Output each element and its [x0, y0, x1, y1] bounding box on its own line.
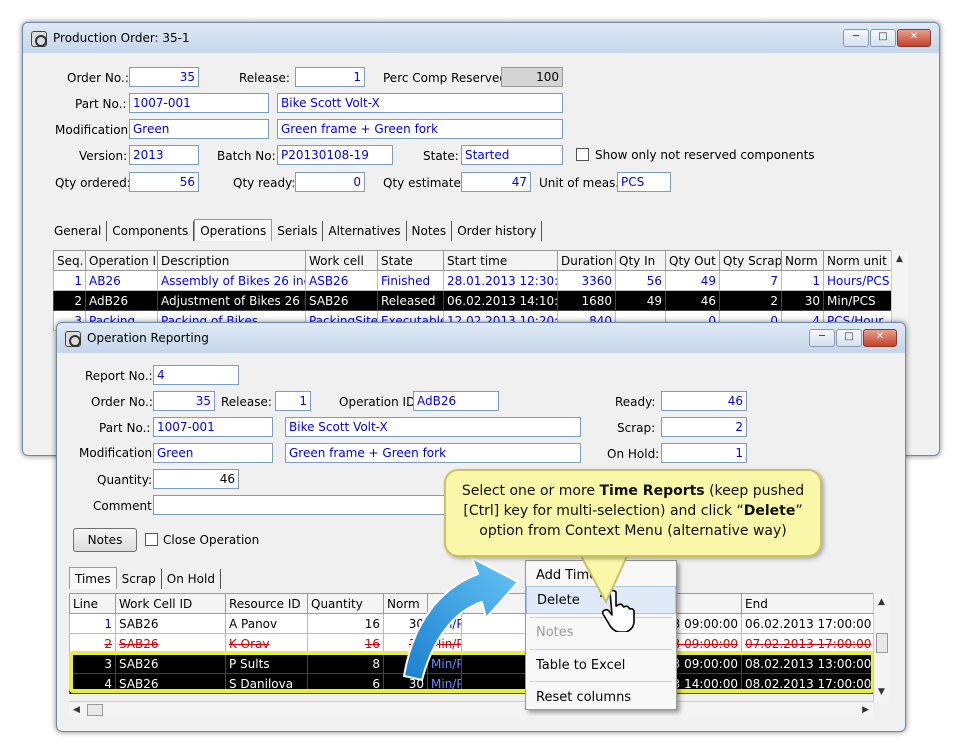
- callout-bold-delete: Delete: [743, 503, 796, 519]
- callout-text-1: Select one or more: [461, 483, 600, 499]
- callout-bold-time-reports: Time Reports: [599, 483, 705, 499]
- callout-pointer: [578, 553, 630, 605]
- instruction-callout: Select one or more Time Reports (keep pu…: [444, 469, 822, 557]
